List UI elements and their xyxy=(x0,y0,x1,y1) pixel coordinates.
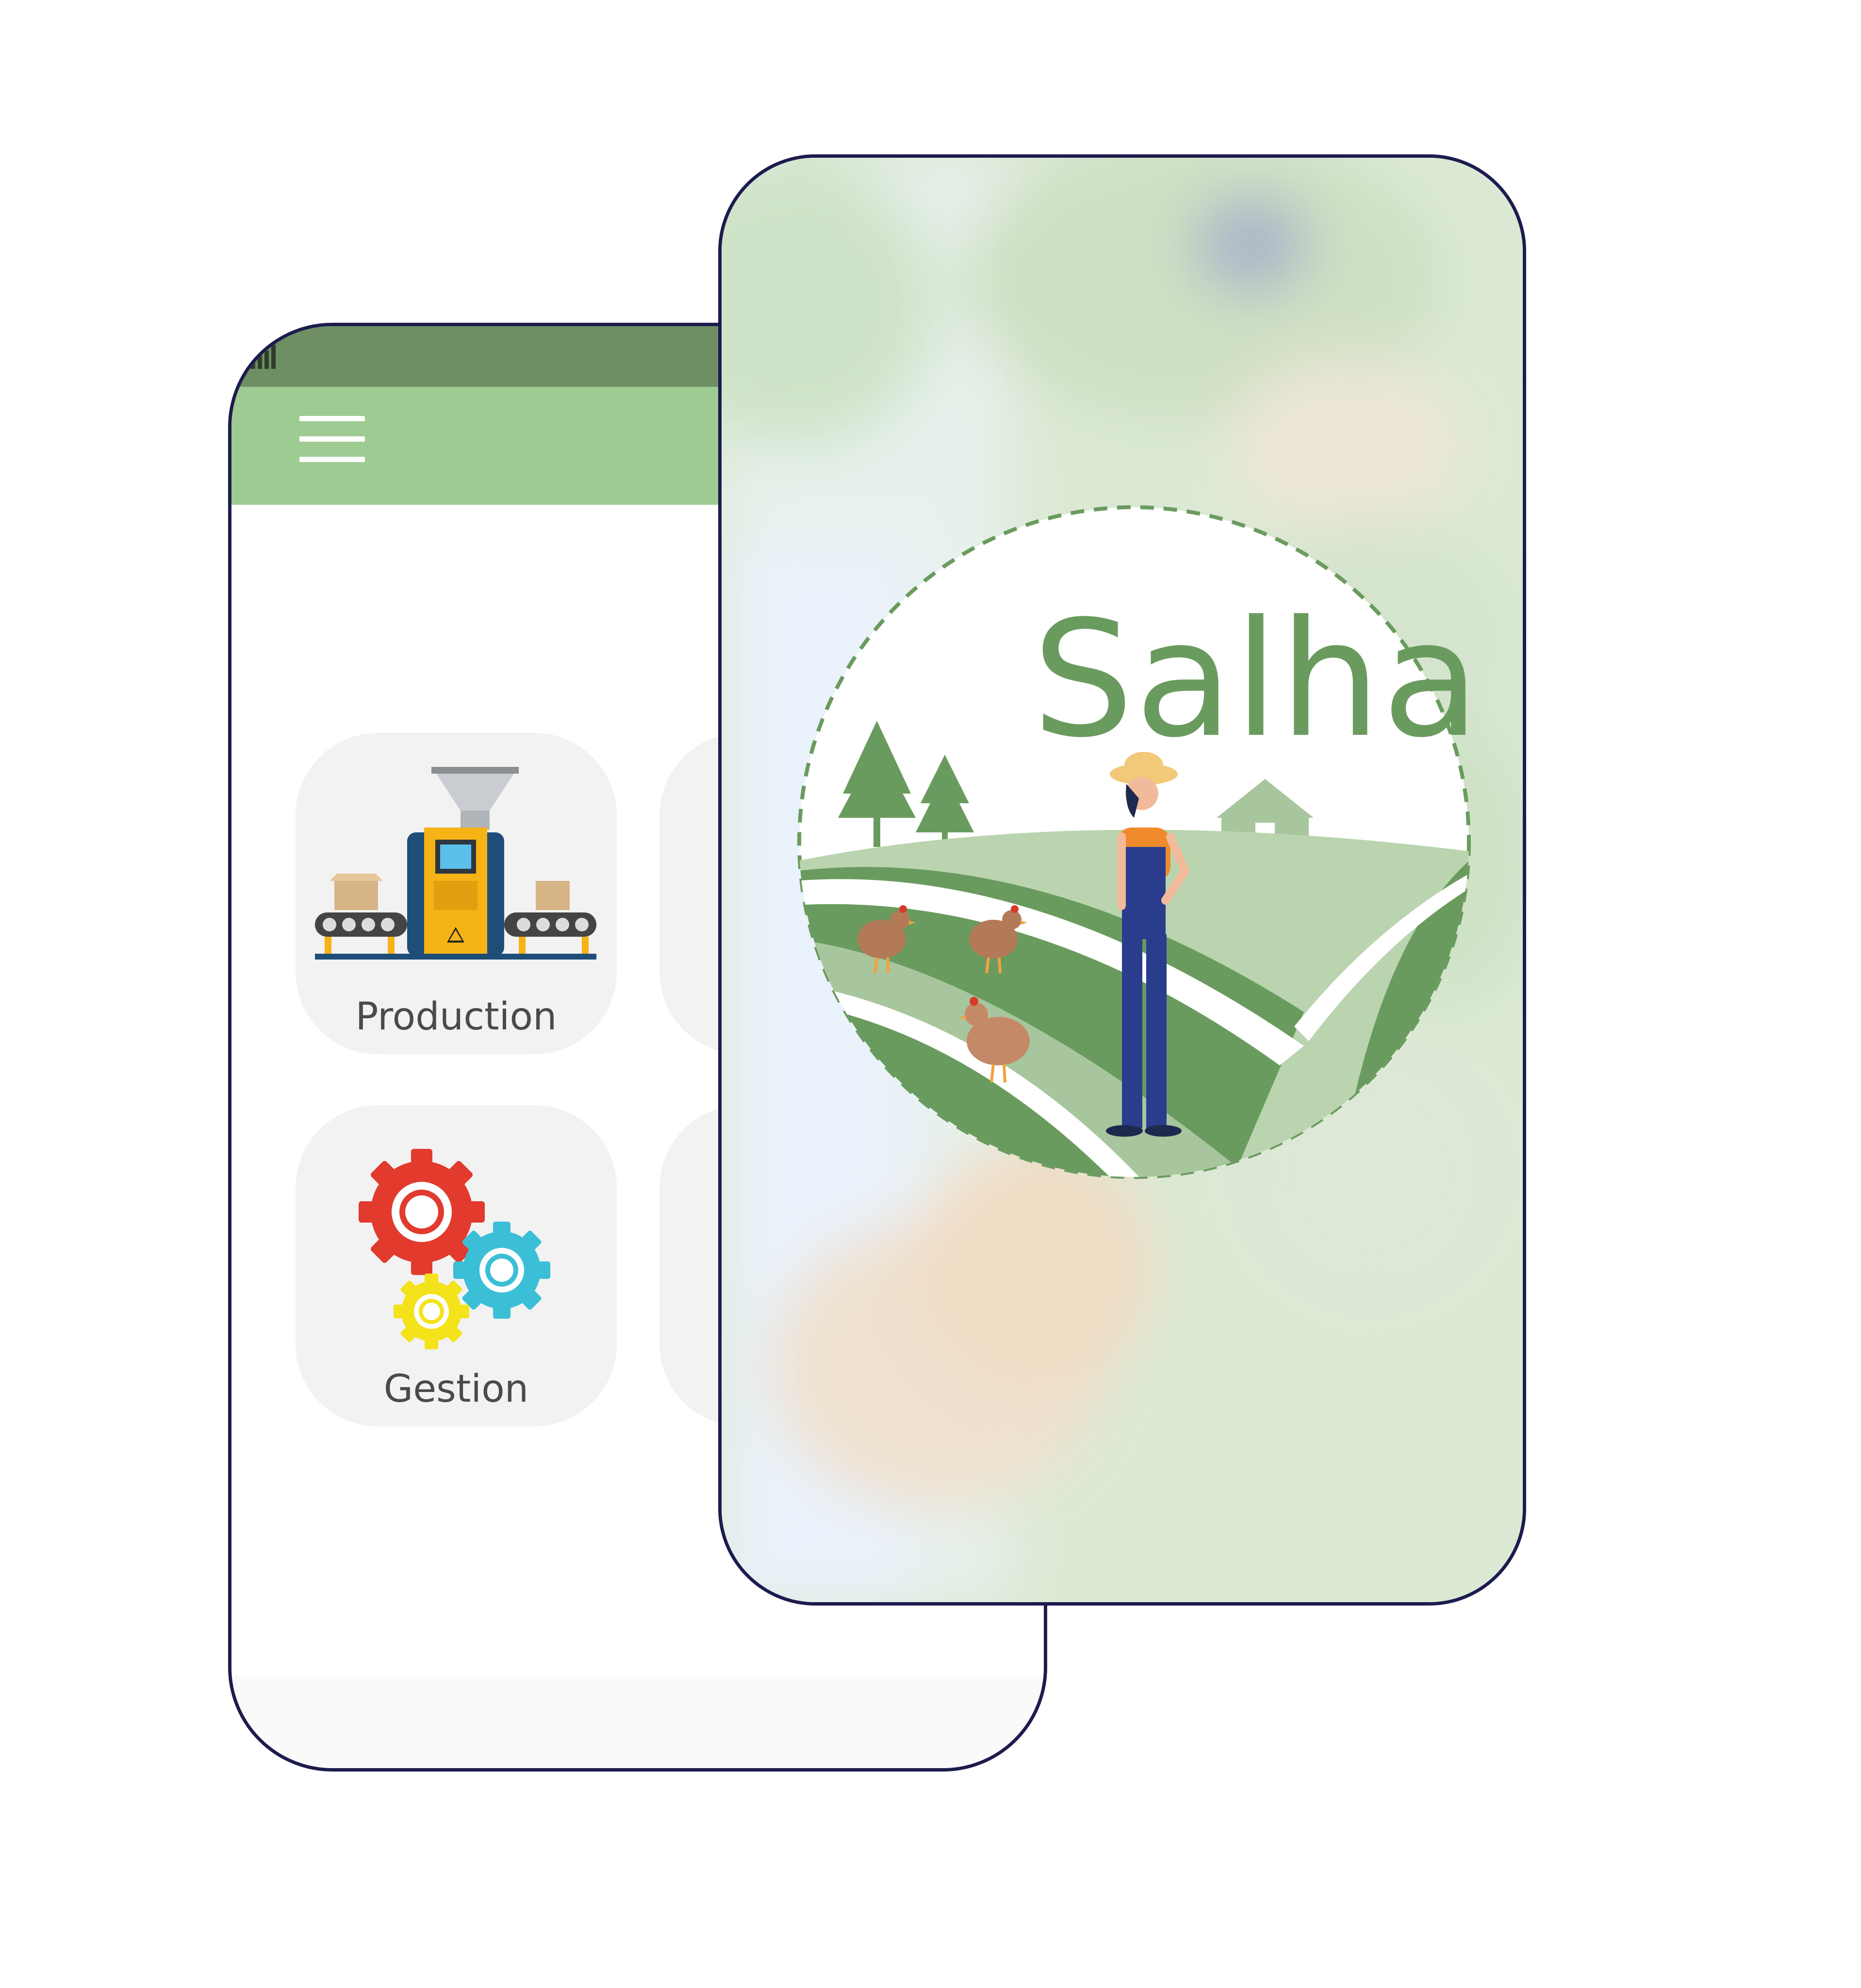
production-line-icon xyxy=(315,767,596,960)
tile-label: Production xyxy=(355,995,557,1039)
tile-gestion[interactable]: Gestion xyxy=(296,1105,617,1426)
tile-production[interactable]: Production xyxy=(296,733,617,1054)
hamburger-menu-icon[interactable] xyxy=(299,416,365,462)
front-phone-splash: Salha xyxy=(718,154,1526,1606)
farm-logo-icon: Salha xyxy=(794,502,1480,1182)
brand-name: Salha xyxy=(1032,586,1481,773)
gears-icon xyxy=(359,1149,550,1349)
bottom-bar xyxy=(231,1676,1044,1768)
signal-icon xyxy=(251,345,276,369)
tile-label: Gestion xyxy=(383,1367,529,1411)
